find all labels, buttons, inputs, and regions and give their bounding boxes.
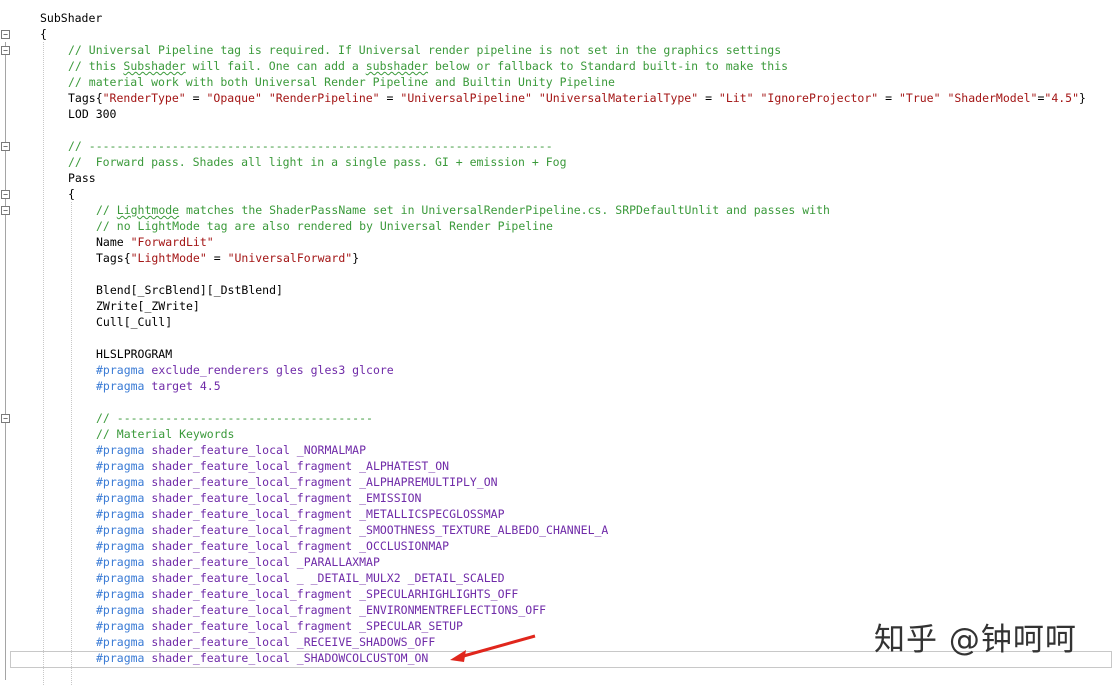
code-line[interactable]: Cull[_Cull] bbox=[96, 314, 172, 330]
code-line[interactable]: #pragma shader_feature_local_fragment _A… bbox=[96, 474, 498, 490]
indent-guide bbox=[71, 202, 72, 685]
collapse-comment-icon[interactable]: − bbox=[1, 46, 10, 55]
code-line[interactable]: { bbox=[68, 186, 75, 202]
code-line[interactable]: #pragma shader_feature_local _NORMALMAP bbox=[96, 442, 366, 458]
code-line[interactable]: // Lightmode matches the ShaderPassName … bbox=[96, 202, 830, 218]
code-line[interactable]: // ------------------------------------- bbox=[96, 410, 373, 426]
code-line[interactable]: SubShader bbox=[40, 10, 102, 26]
code-line[interactable]: #pragma shader_feature_local _ _DETAIL_M… bbox=[96, 570, 505, 586]
collapse-comment-icon[interactable]: − bbox=[1, 414, 10, 423]
code-line[interactable]: // Universal Pipeline tag is required. I… bbox=[68, 42, 781, 58]
code-line[interactable]: { bbox=[40, 26, 47, 42]
red-arrow-annotation bbox=[450, 634, 536, 662]
code-line[interactable]: ZWrite[_ZWrite] bbox=[96, 298, 200, 314]
code-line[interactable]: #pragma shader_feature_local_fragment _A… bbox=[96, 458, 449, 474]
code-line[interactable]: // -------------------------------------… bbox=[68, 138, 553, 154]
collapse-subshader-icon[interactable]: − bbox=[1, 30, 10, 39]
code-line[interactable]: HLSLPROGRAM bbox=[96, 346, 172, 362]
code-line[interactable]: // Forward pass. Shades all light in a s… bbox=[68, 154, 567, 170]
code-line[interactable]: #pragma exclude_renderers gles gles3 glc… bbox=[96, 362, 394, 378]
fold-gutter: − − − − − − bbox=[0, 0, 14, 685]
collapse-pass-icon[interactable]: − bbox=[1, 190, 10, 199]
code-line[interactable]: #pragma shader_feature_local _RECEIVE_SH… bbox=[96, 634, 435, 650]
code-editor[interactable]: − − − − − − SubShader{// Universal Pipel… bbox=[0, 0, 1112, 685]
code-line[interactable]: #pragma shader_feature_local_fragment _M… bbox=[96, 506, 505, 522]
code-line[interactable]: // material work with both Universal Ren… bbox=[68, 74, 615, 90]
code-line[interactable]: #pragma shader_feature_local_fragment _E… bbox=[96, 490, 421, 506]
code-line[interactable]: #pragma target 4.5 bbox=[96, 378, 221, 394]
fold-guide-line bbox=[5, 42, 6, 680]
code-line[interactable]: Name "ForwardLit" bbox=[96, 234, 214, 250]
code-line[interactable]: Tags{"LightMode" = "UniversalForward"} bbox=[96, 250, 359, 266]
code-line[interactable]: #pragma shader_feature_local_fragment _S… bbox=[96, 586, 518, 602]
code-line[interactable]: #pragma shader_feature_local_fragment _E… bbox=[96, 602, 546, 618]
code-line[interactable]: // Material Keywords bbox=[96, 426, 234, 442]
code-line[interactable]: // no LightMode tag are also rendered by… bbox=[96, 218, 553, 234]
collapse-comment-icon[interactable]: − bbox=[1, 142, 10, 151]
code-line[interactable]: #pragma shader_feature_local_fragment _O… bbox=[96, 538, 449, 554]
watermark: 知乎 @钟呵呵 bbox=[874, 622, 1077, 658]
code-line[interactable]: // this Subshader will fail. One can add… bbox=[68, 58, 788, 74]
collapse-comment-icon[interactable]: − bbox=[1, 206, 10, 215]
code-line[interactable]: Pass bbox=[68, 170, 96, 186]
code-line[interactable]: #pragma shader_feature_local_fragment _S… bbox=[96, 618, 463, 634]
code-line[interactable]: #pragma shader_feature_local_fragment _S… bbox=[96, 522, 608, 538]
code-line[interactable]: Blend[_SrcBlend][_DstBlend] bbox=[96, 282, 283, 298]
code-line[interactable]: Tags{"RenderType" = "Opaque" "RenderPipe… bbox=[68, 90, 1086, 106]
indent-guide bbox=[43, 42, 44, 685]
code-line[interactable]: LOD 300 bbox=[68, 106, 116, 122]
code-line[interactable]: #pragma shader_feature_local _PARALLAXMA… bbox=[96, 554, 380, 570]
